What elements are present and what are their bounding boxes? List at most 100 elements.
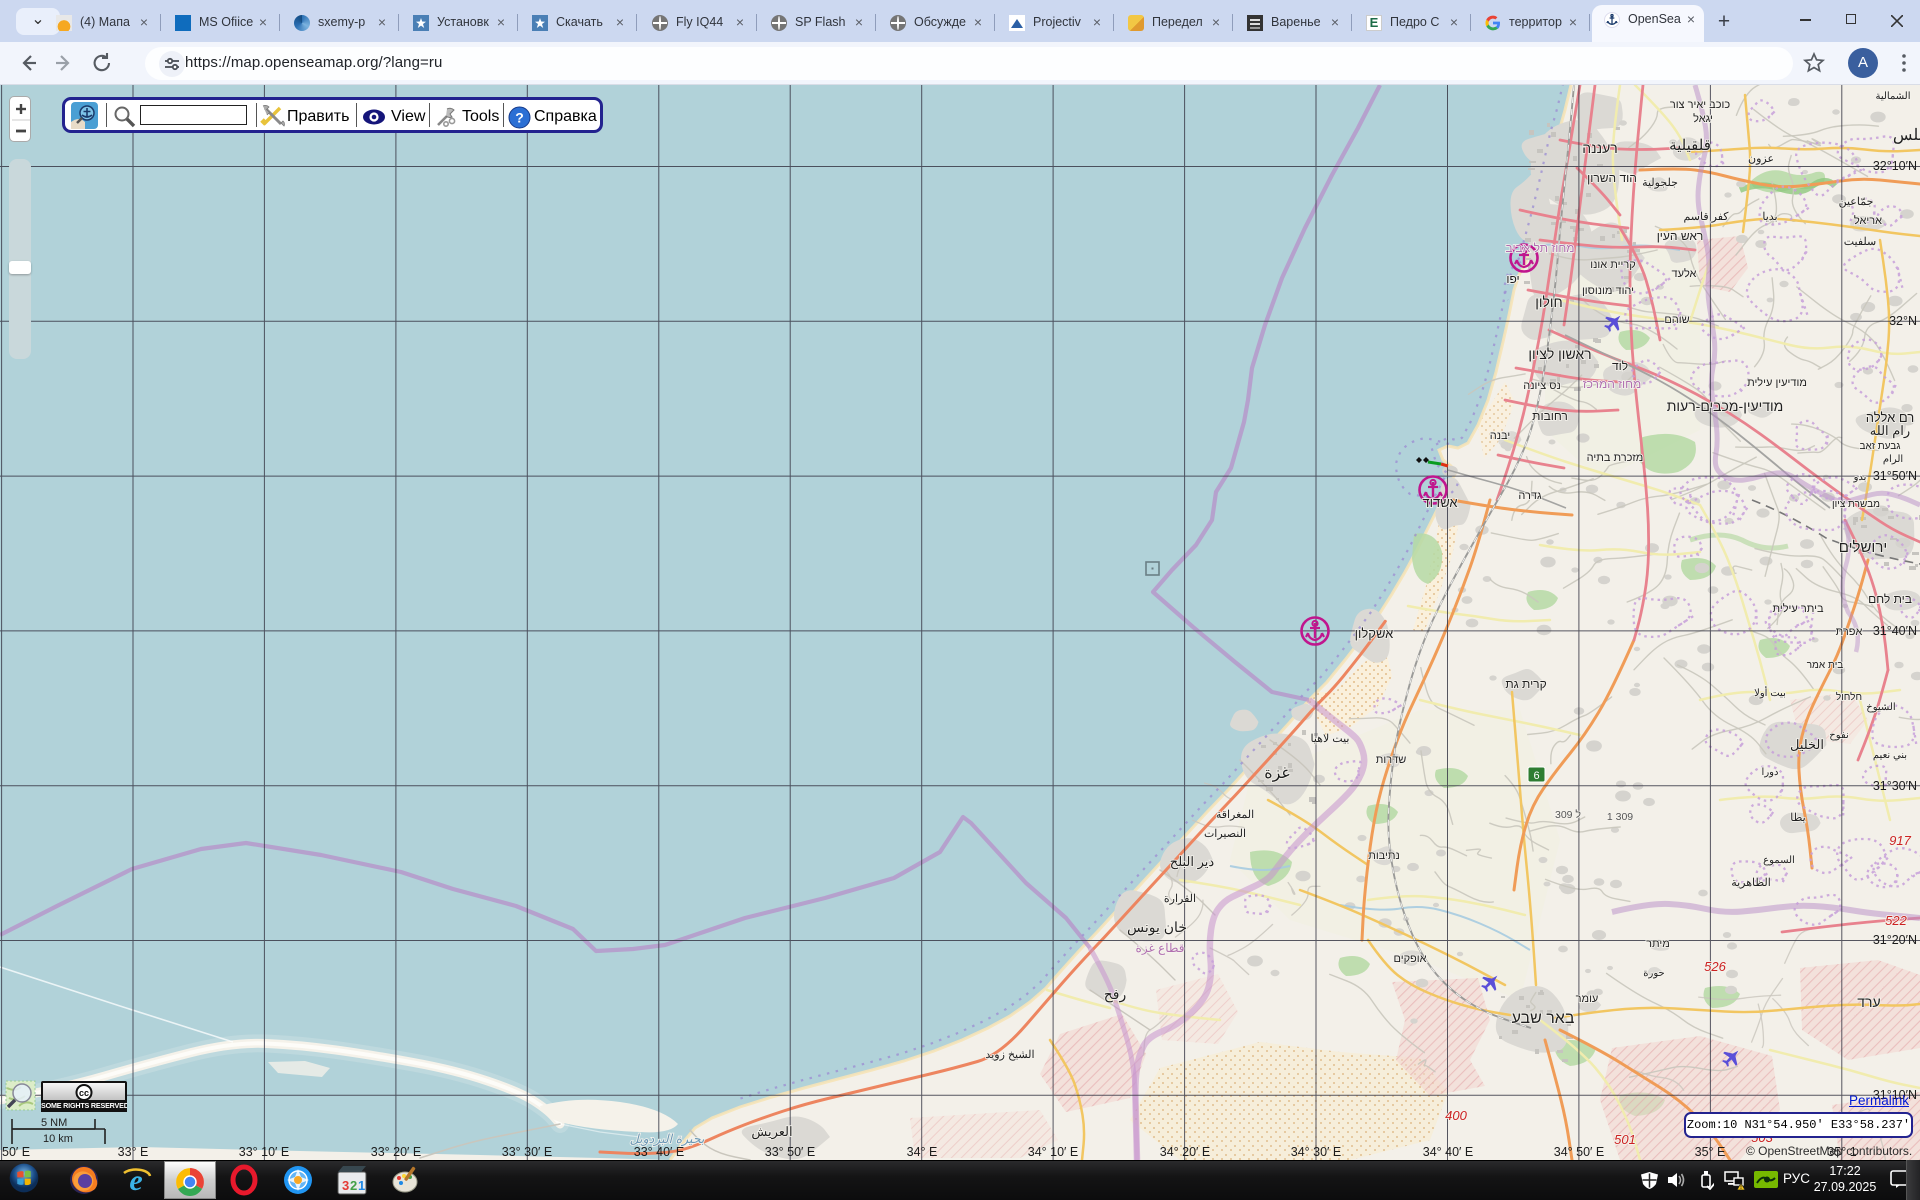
svg-text:31°40′N: 31°40′N xyxy=(1873,624,1917,638)
svg-text:מודיעין עילית: מודיעין עילית xyxy=(1747,376,1807,389)
svg-text:יבנה: יבנה xyxy=(1490,430,1510,442)
svg-text:הוד השרון: הוד השרון xyxy=(1587,171,1637,185)
svg-text:ראש העין: ראש העין xyxy=(1657,229,1704,243)
svg-text:رام الله: رام الله xyxy=(1870,423,1910,439)
svg-text:المغراقة: المغراقة xyxy=(1216,809,1254,821)
svg-text:بدو: بدو xyxy=(1853,472,1867,483)
svg-text:יגאל: יגאל xyxy=(1693,112,1713,125)
svg-text:33° 50′ E: 33° 50′ E xyxy=(765,1145,815,1159)
svg-text:جلجولية: جلجولية xyxy=(1642,177,1678,189)
svg-text:6: 6 xyxy=(1533,770,1539,782)
svg-text:קריית אונו: קריית אונו xyxy=(1590,259,1635,271)
svg-text:מיתר: מיתר xyxy=(1646,938,1670,950)
svg-text:באר שבע: באר שבע xyxy=(1512,1010,1575,1027)
svg-text:5 NM: 5 NM xyxy=(41,1118,67,1129)
svg-text:2: 2 xyxy=(350,1178,357,1193)
svg-text:10 km: 10 km xyxy=(43,1133,73,1145)
svg-text:32°N: 32°N xyxy=(1889,314,1917,328)
svg-text:מחוז המרכז: מחוז המרכז xyxy=(1583,377,1642,391)
svg-text:cc: cc xyxy=(79,1088,89,1098)
svg-text:522: 522 xyxy=(1885,913,1907,928)
svg-text:الظاهرية: الظاهرية xyxy=(1731,877,1771,889)
svg-text:מזכרת בתיה: מזכרת בתיה xyxy=(1587,452,1644,464)
svg-text:אפרת: אפרת xyxy=(1836,626,1863,638)
svg-text:?: ? xyxy=(515,110,524,126)
svg-text:غزة: غزة xyxy=(1264,765,1290,782)
svg-text:מודיעין-מכבים-רעות: מודיעין-מכבים-רעות xyxy=(1667,398,1784,414)
svg-text:רעננה: רעננה xyxy=(1582,140,1617,156)
svg-text:917: 917 xyxy=(1889,833,1911,848)
svg-text:מחוז תל אביב: מחוז תל אביב xyxy=(1506,241,1575,255)
svg-text:الشمالية: الشمالية xyxy=(1876,91,1911,102)
svg-text:خان يونس: خان يونس xyxy=(1127,919,1187,936)
svg-text:قلقيلية: قلقيلية xyxy=(1669,137,1711,154)
svg-text:לוד: לוד xyxy=(1612,359,1628,373)
svg-text:النصيرات: النصيرات xyxy=(1204,828,1246,840)
svg-text:قطاع غزة: قطاع غزة xyxy=(1136,941,1185,955)
svg-text:بحيرة البردويل: بحيرة البردويل xyxy=(630,1132,705,1147)
svg-text:31°20′N: 31°20′N xyxy=(1873,933,1917,947)
svg-text:526: 526 xyxy=(1704,959,1726,974)
svg-text:בית לחם: בית לחם xyxy=(1868,592,1912,606)
svg-text:רחובות: רחובות xyxy=(1532,409,1568,423)
svg-text:3: 3 xyxy=(342,1178,349,1193)
svg-text:400: 400 xyxy=(1445,1108,1467,1123)
svg-text:الخليل: الخليل xyxy=(1790,737,1824,752)
svg-text:يطا: يطا xyxy=(1790,812,1805,824)
svg-text:الشيوخ: الشيوخ xyxy=(1866,702,1895,713)
svg-text:1 309: 1 309 xyxy=(1607,811,1633,823)
svg-text:سلفيت: سلفيت xyxy=(1844,236,1877,248)
svg-text:33° 20′ E: 33° 20′ E xyxy=(371,1145,421,1159)
svg-text:32°10′N: 32°10′N xyxy=(1873,159,1917,173)
svg-text:بيت أولا: بيت أولا xyxy=(1754,686,1786,699)
svg-text:السموع: السموع xyxy=(1763,855,1795,866)
svg-text:31°50′N: 31°50′N xyxy=(1873,469,1917,483)
svg-text:33° 40′ E: 33° 40′ E xyxy=(634,1145,684,1159)
svg-text:33° 10′ E: 33° 10′ E xyxy=(239,1145,289,1159)
svg-text:الرام: الرام xyxy=(1883,454,1903,465)
svg-text:34° 30′ E: 34° 30′ E xyxy=(1291,1145,1341,1159)
svg-text:בית אמר: בית אמר xyxy=(1807,660,1844,671)
svg-text:אלעד: אלעד xyxy=(1672,267,1697,280)
svg-text:!: ! xyxy=(1740,1185,1742,1190)
svg-text:אופקים: אופקים xyxy=(1393,953,1426,965)
svg-text:קרית גת: קרית גת xyxy=(1505,677,1546,691)
svg-text:גדרה: גדרה xyxy=(1518,490,1542,502)
svg-text:501: 501 xyxy=(1614,1132,1636,1147)
svg-text:31°30′N: 31°30′N xyxy=(1873,779,1917,793)
svg-text:بديا: بديا xyxy=(1762,211,1777,223)
svg-text:ביתר עילית: ביתר עילית xyxy=(1772,602,1823,615)
svg-text:33° 30′ E: 33° 30′ E xyxy=(502,1145,552,1159)
svg-text:יהוד מונוסון: יהוד מונוסון xyxy=(1582,285,1634,297)
svg-text:34° 50′ E: 34° 50′ E xyxy=(1554,1145,1604,1159)
svg-text:גבעת זאב: גבעת זאב xyxy=(1859,441,1900,452)
svg-text:חולון: חולון xyxy=(1535,294,1563,310)
svg-text:מבשרת ציון: מבשרת ציון xyxy=(1832,499,1880,510)
svg-text:נס ציונה: נס ציונה xyxy=(1523,380,1561,392)
svg-text:عزون: عزون xyxy=(1748,153,1774,165)
svg-text:אריאל: אריאל xyxy=(1854,214,1882,227)
svg-text:ירושלים: ירושלים xyxy=(1839,539,1887,556)
svg-text:العريش: العريش xyxy=(751,1124,792,1140)
svg-text:دير البلح: دير البلح xyxy=(1170,854,1215,870)
svg-text:ראשון לציון: ראשון לציון xyxy=(1528,346,1591,362)
svg-text:33° E: 33° E xyxy=(118,1145,149,1159)
svg-text:رفح: رفح xyxy=(1104,986,1127,1003)
svg-text:بلس: بلس xyxy=(1893,127,1920,144)
svg-text:34° 40′ E: 34° 40′ E xyxy=(1423,1145,1473,1159)
svg-text:אשקלון: אשקלון xyxy=(1355,626,1394,641)
svg-text:35° E: 35° E xyxy=(1695,1145,1726,1159)
svg-text:ל 309: ל 309 xyxy=(1555,809,1581,821)
svg-text:حورة: حورة xyxy=(1643,968,1664,979)
svg-text:1: 1 xyxy=(358,1178,365,1193)
svg-text:כוכב יאיר צור: כוכב יאיר צור xyxy=(1670,99,1731,111)
svg-text:ערד: ערד xyxy=(1857,994,1880,1010)
svg-text:بني نعيم: بني نعيم xyxy=(1873,750,1907,761)
svg-text:نفوح: نفوح xyxy=(1829,730,1848,741)
svg-text:נתיבות: נתיבות xyxy=(1368,850,1400,862)
svg-text:עומר: עומר xyxy=(1576,993,1599,1005)
svg-text:יפו: יפו xyxy=(1506,272,1519,286)
svg-text:שוהם: שוהם xyxy=(1664,314,1689,326)
svg-text:الشيخ زويد: الشيخ زويد xyxy=(985,1049,1034,1061)
svg-text:34° 10′ E: 34° 10′ E xyxy=(1028,1145,1078,1159)
